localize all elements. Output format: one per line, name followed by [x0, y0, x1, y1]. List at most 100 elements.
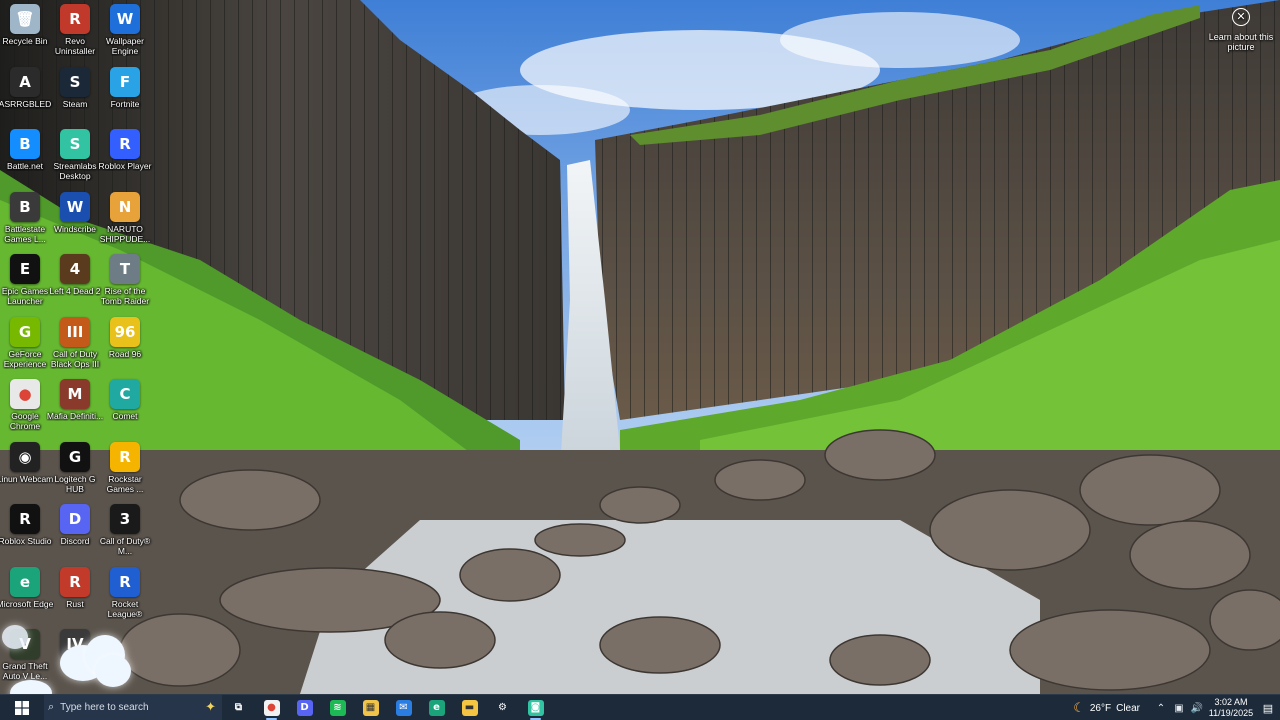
spotify-icon: ≋ [329, 699, 346, 716]
desktop-icon[interactable]: N NARUTO SHIPPUDE... [100, 191, 150, 254]
desktop-icon[interactable]: ◉ Linun Webcam [0, 441, 53, 504]
desktop-icon[interactable]: 96 Road 96 [100, 316, 150, 379]
desktop-icon[interactable]: e Microsoft Edge [0, 566, 53, 629]
chevron-up-icon[interactable]: ⌃ [1152, 703, 1170, 714]
learn-about-picture-button[interactable]: ✕ Learn about this picture [1208, 8, 1274, 52]
revo-uninstaller-icon: R [60, 4, 90, 34]
desktop-icon-label: Rockstar Games ... [106, 473, 144, 494]
desktop-icon-label: Wallpaper Engine [106, 36, 144, 56]
discord-icon: D [60, 504, 90, 534]
desktop-icon-label: Rocket League® [107, 598, 143, 619]
logitech-ghub-icon: G [60, 441, 90, 472]
desktop-icon[interactable]: G Logitech G HUB [50, 441, 100, 504]
desktop-icon-label: Roblox Player [98, 161, 152, 171]
mafia-icon: M [60, 379, 90, 409]
streamlabs-icon: S [60, 129, 90, 159]
learn-about-picture-label: Learn about this picture [1208, 32, 1274, 52]
desktop-icon-label: Comet [112, 411, 138, 421]
search-highlight-icon: ✦ [205, 698, 216, 714]
desktop-icon[interactable]: D Discord [50, 504, 100, 566]
desktop-icon[interactable]: S Streamlabs Desktop [50, 129, 100, 191]
taskbar-app-streamlabs[interactable]: ◙ [519, 695, 552, 720]
rust-icon: R [60, 566, 90, 597]
desktop-icon[interactable]: T Rise of the Tomb Raider [100, 254, 150, 316]
desktop-icon[interactable]: 🗑 Recycle Bin [0, 4, 50, 66]
taskbar-app-discord[interactable]: D [288, 695, 321, 720]
asrock-rgb-icon: A [10, 66, 40, 97]
desktop-icon[interactable]: 3 Call of Duty® M... [100, 504, 150, 566]
desktop-icon[interactable]: R Rust [50, 566, 100, 629]
desktop-icon[interactable]: F Fortnite [100, 66, 150, 129]
desktop-icon-label: NARUTO SHIPPUDE... [99, 223, 151, 244]
cloud-shape [2, 625, 28, 649]
taskbar-pinned-apps: ⧉ ● D ≋ ▦ ✉ e ▬ ⚙ ◙ [222, 695, 552, 720]
waterfall-landscape-image [0, 0, 1280, 694]
desktop-icon[interactable]: 4 Left 4 Dead 2 [49, 254, 101, 316]
desktop-icon[interactable]: M Mafia Definiti... [47, 379, 103, 441]
volume-icon[interactable]: 🔊 [1188, 703, 1206, 714]
clock[interactable]: 3:02 AM 11/19/2025 [1206, 697, 1256, 719]
comet-icon: C [110, 379, 140, 409]
chrome-icon: ● [263, 699, 280, 716]
desktop-icon[interactable]: S Steam [50, 66, 100, 129]
weather-widget[interactable]: ☾ 26°F Clear [1073, 700, 1152, 716]
desktop-icon[interactable]: G GeForce Experience [0, 316, 50, 379]
desktop-icon[interactable]: ● Google Chrome [0, 379, 50, 441]
folder-icon: ▬ [461, 699, 478, 716]
taskbar-app-task-view[interactable]: ⧉ [222, 695, 255, 720]
desktop-icon[interactable]: R Revo Uninstaller [50, 4, 100, 66]
taskbar-app-mail[interactable]: ✉ [387, 695, 420, 720]
system-tray: ☾ 26°F Clear ⌃ ▣ 🔊 3:02 AM 11/19/2025 ▤ [1073, 695, 1280, 720]
network-icon[interactable]: ▣ [1170, 703, 1188, 714]
desktop-icon[interactable]: W Wallpaper Engine [100, 4, 150, 66]
desktop-icon[interactable]: R Roblox Studio [0, 504, 51, 566]
desktop-icon[interactable]: R Roblox Player [99, 129, 151, 191]
webcam-icon: ◉ [10, 441, 40, 472]
fortnite-icon: F [110, 66, 140, 97]
desktop-icon[interactable]: R Rockstar Games ... [100, 441, 150, 504]
desktop-icon-grid: 🗑 Recycle Bin R Revo Uninstaller W Wallpaper … [0, 0, 160, 694]
edge-icon: e [10, 566, 40, 597]
desktop-icon[interactable]: B Battlestate Games L... [0, 191, 50, 254]
clock-time: 3:02 AM [1214, 697, 1248, 707]
weather-condition: Clear [1116, 702, 1140, 714]
desktop-icon[interactable]: E Epic Games Launcher [0, 254, 50, 316]
taskbar-search-box[interactable]: ⌕ Type here to search ✦ [44, 694, 222, 720]
taskbar-app-chrome[interactable]: ● [255, 695, 288, 720]
road96-icon: 96 [110, 316, 140, 347]
desktop-icon-label: Rise of the Tomb Raider [100, 286, 150, 306]
steam-icon: S [60, 66, 90, 97]
desktop-icon[interactable]: W Windscribe [50, 191, 100, 254]
cod-bo3-icon: III [60, 316, 90, 347]
desktop-icon-label: Grand Theft Auto V Le... [2, 661, 48, 681]
desktop-icon-label: Call of Duty® M... [99, 536, 151, 556]
discord-icon: D [296, 699, 313, 716]
epic-games-icon: E [10, 254, 40, 284]
battlenet-icon: B [10, 129, 40, 159]
clock-date: 11/19/2025 [1208, 708, 1254, 718]
taskbar-app-edge[interactable]: e [420, 695, 453, 720]
search-placeholder: Type here to search [60, 702, 149, 713]
geforce-icon: G [10, 316, 40, 347]
camera-icon: ✕ [1232, 8, 1250, 26]
notifications-icon[interactable]: ▤ [1256, 702, 1280, 715]
desktop-icon[interactable]: A ASRRGBLED [0, 66, 51, 129]
desktop-icon[interactable]: B Battle.net [0, 129, 50, 191]
taskbar-app-store[interactable]: ▦ [354, 695, 387, 720]
weather-temp: 26°F [1089, 702, 1112, 714]
taskbar-app-settings[interactable]: ⚙ [486, 695, 519, 720]
left4dead2-icon: 4 [60, 254, 90, 284]
desktop-icon[interactable]: R Rocket League® [100, 566, 150, 629]
naruto-icon: N [110, 191, 140, 222]
taskbar-app-file-explorer[interactable]: ▬ [453, 695, 486, 720]
taskbar-app-spotify[interactable]: ≋ [321, 695, 354, 720]
desktop-icon[interactable]: III Call of Duty Black Ops III [50, 316, 100, 379]
start-button[interactable] [0, 695, 44, 720]
task-view-icon: ⧉ [234, 702, 243, 713]
edge-icon: e [428, 699, 445, 716]
desktop-wallpaper [0, 0, 1280, 694]
rockstar-icon: R [110, 441, 140, 472]
desktop-icon[interactable]: C Comet [100, 379, 150, 441]
weather-moon-icon: ☾ [1073, 700, 1085, 715]
gear-icon: ⚙ [498, 702, 507, 713]
